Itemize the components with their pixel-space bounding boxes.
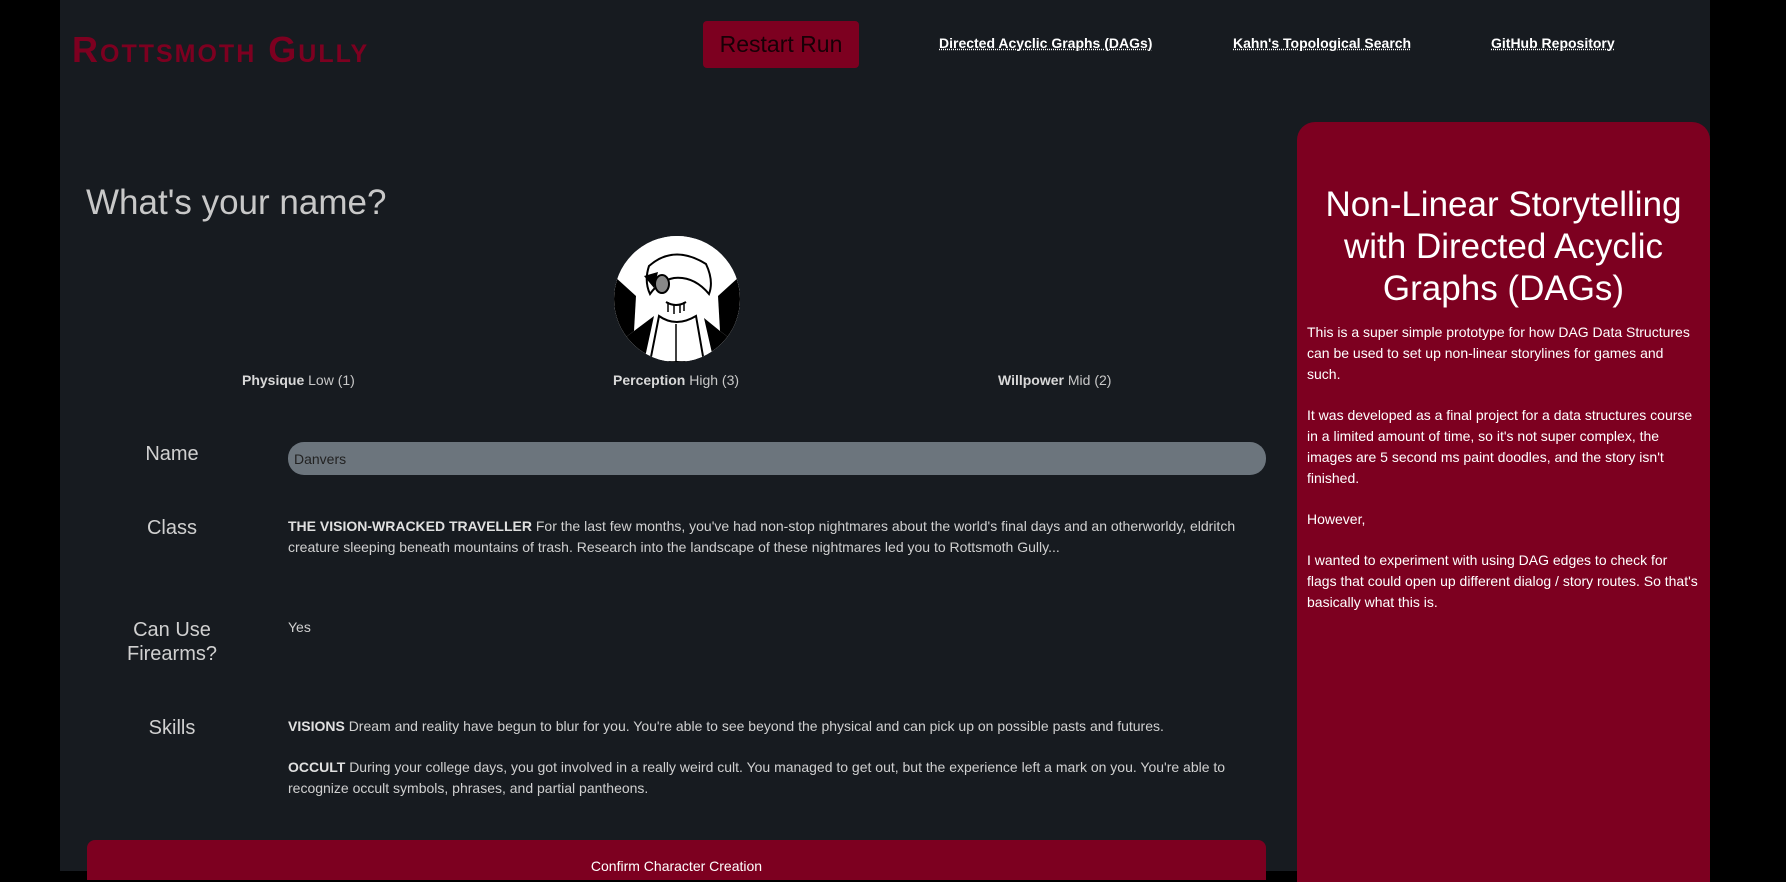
name-label: Name: [145, 443, 199, 465]
stat-perception: Perception High (3): [613, 372, 739, 388]
sidebar-title: Non-Linear Storytelling with Directed Ac…: [1325, 185, 1682, 308]
stat-perception-value: High (3): [689, 372, 740, 388]
character-portrait: [614, 236, 740, 362]
skill-desc: Dream and reality have begun to blur for…: [348, 718, 1164, 734]
page-title: What's your name?: [86, 183, 387, 222]
restart-run-button[interactable]: Restart Run: [703, 21, 859, 68]
skills-label: Skills: [148, 717, 196, 739]
site-logo[interactable]: Rottsmoth Gully: [72, 18, 369, 82]
skill-name: VISIONS: [288, 718, 345, 734]
sidebar-paragraph: I wanted to experiment with using DAG ed…: [1307, 552, 1698, 610]
sidebar-paragraph: It was developed as a final project for …: [1307, 407, 1693, 486]
skill-desc: During your college days, you got involv…: [288, 759, 1226, 796]
class-label: Class: [146, 517, 197, 539]
info-sidebar: Non-Linear Storytelling with Directed Ac…: [1297, 122, 1710, 882]
firearms-value: Yes: [288, 619, 311, 635]
skills-list: VISIONS Dream and reality have begun to …: [288, 716, 1266, 819]
stat-willpower-value: Mid (2): [1067, 372, 1112, 388]
confirm-character-button[interactable]: Confirm Character Creation: [87, 840, 1266, 880]
nav-link-kahn[interactable]: Kahn's Topological Search: [1233, 35, 1411, 51]
sidebar-paragraph: However,: [1307, 511, 1366, 527]
nav-link-dags[interactable]: Directed Acyclic Graphs (DAGs): [939, 35, 1152, 51]
class-title: THE VISION-WRACKED TRAVELLER: [288, 518, 532, 534]
skill-item: VISIONS Dream and reality have begun to …: [288, 716, 1266, 737]
portrait-doodle-icon: [614, 236, 740, 362]
sidebar-paragraph: This is a super simple prototype for how…: [1307, 324, 1690, 382]
skill-item: OCCULT During your college days, you got…: [288, 757, 1266, 799]
nav-link-github[interactable]: GitHub Repository: [1491, 35, 1615, 51]
stat-perception-name: Perception: [613, 372, 686, 388]
name-input[interactable]: [288, 442, 1266, 475]
stat-willpower: Willpower Mid (2): [998, 372, 1111, 388]
skill-name: OCCULT: [288, 759, 346, 775]
stat-willpower-name: Willpower: [998, 372, 1064, 388]
stat-physique: Physique Low (1): [242, 372, 355, 388]
stat-physique-value: Low (1): [308, 372, 355, 388]
firearms-label: Can Use Firearms?: [126, 619, 217, 665]
class-description: THE VISION-WRACKED TRAVELLER For the las…: [288, 516, 1266, 558]
stat-physique-name: Physique: [242, 372, 305, 388]
